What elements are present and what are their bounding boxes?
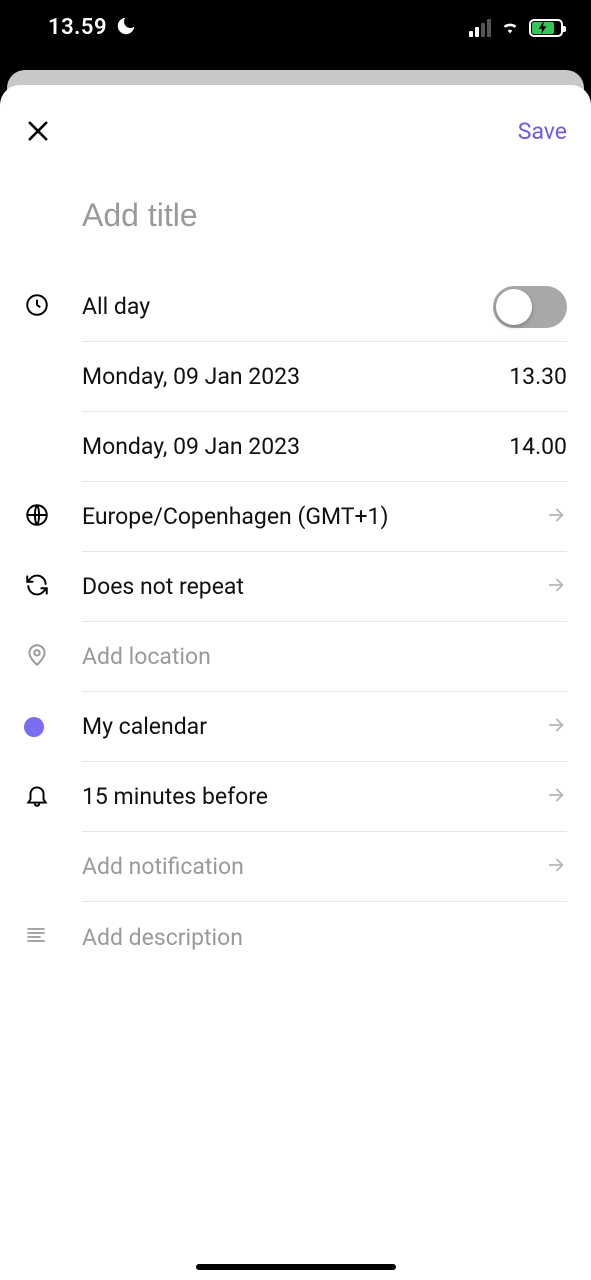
all-day-row: All day bbox=[0, 272, 591, 342]
all-day-toggle[interactable] bbox=[493, 286, 567, 328]
repeat-icon bbox=[24, 572, 50, 602]
home-indicator bbox=[196, 1264, 396, 1270]
start-date-label: Monday, 09 Jan 2023 bbox=[82, 363, 300, 390]
timezone-row[interactable]: Europe/Copenhagen (GMT+1) bbox=[0, 482, 591, 552]
save-button[interactable]: Save bbox=[518, 118, 567, 145]
timezone-label: Europe/Copenhagen (GMT+1) bbox=[82, 503, 388, 530]
location-row[interactable]: Add location bbox=[0, 622, 591, 692]
notification-label: 15 minutes before bbox=[82, 783, 268, 810]
end-time-label: 14.00 bbox=[509, 433, 567, 460]
bell-icon bbox=[24, 782, 50, 812]
close-icon[interactable] bbox=[24, 117, 52, 145]
repeat-label: Does not repeat bbox=[82, 573, 244, 600]
description-placeholder: Add description bbox=[82, 924, 243, 951]
clock-icon bbox=[24, 292, 50, 322]
add-notification-placeholder: Add notification bbox=[82, 853, 244, 880]
all-day-label: All day bbox=[82, 293, 150, 320]
description-icon bbox=[24, 923, 48, 951]
calendar-row[interactable]: My calendar bbox=[0, 692, 591, 762]
arrow-right-icon bbox=[545, 714, 567, 740]
battery-charging-icon bbox=[529, 19, 563, 37]
description-row[interactable]: Add description bbox=[0, 902, 591, 972]
calendar-label: My calendar bbox=[82, 713, 207, 740]
status-bar: 13.59 bbox=[0, 0, 591, 55]
end-datetime-row[interactable]: Monday, 09 Jan 2023 14.00 bbox=[0, 412, 591, 482]
wifi-icon bbox=[499, 15, 521, 41]
calendar-color-dot bbox=[24, 717, 44, 737]
location-placeholder: Add location bbox=[82, 643, 211, 670]
end-date-label: Monday, 09 Jan 2023 bbox=[82, 433, 300, 460]
repeat-row[interactable]: Does not repeat bbox=[0, 552, 591, 622]
event-editor-sheet: Save All day Monday, 09 Jan 2023 13.30 bbox=[0, 85, 591, 1280]
arrow-right-icon bbox=[545, 504, 567, 530]
moon-icon bbox=[115, 15, 137, 41]
globe-icon bbox=[24, 502, 50, 532]
event-title-input[interactable] bbox=[82, 197, 567, 234]
add-notification-row[interactable]: Add notification bbox=[0, 832, 591, 902]
arrow-right-icon bbox=[545, 854, 567, 880]
start-time-label: 13.30 bbox=[509, 363, 567, 390]
arrow-right-icon bbox=[545, 784, 567, 810]
notification-row[interactable]: 15 minutes before bbox=[0, 762, 591, 832]
location-pin-icon bbox=[24, 642, 50, 672]
cellular-signal-icon bbox=[469, 19, 491, 37]
arrow-right-icon bbox=[545, 574, 567, 600]
status-time: 13.59 bbox=[48, 15, 107, 40]
start-datetime-row[interactable]: Monday, 09 Jan 2023 13.30 bbox=[0, 342, 591, 412]
